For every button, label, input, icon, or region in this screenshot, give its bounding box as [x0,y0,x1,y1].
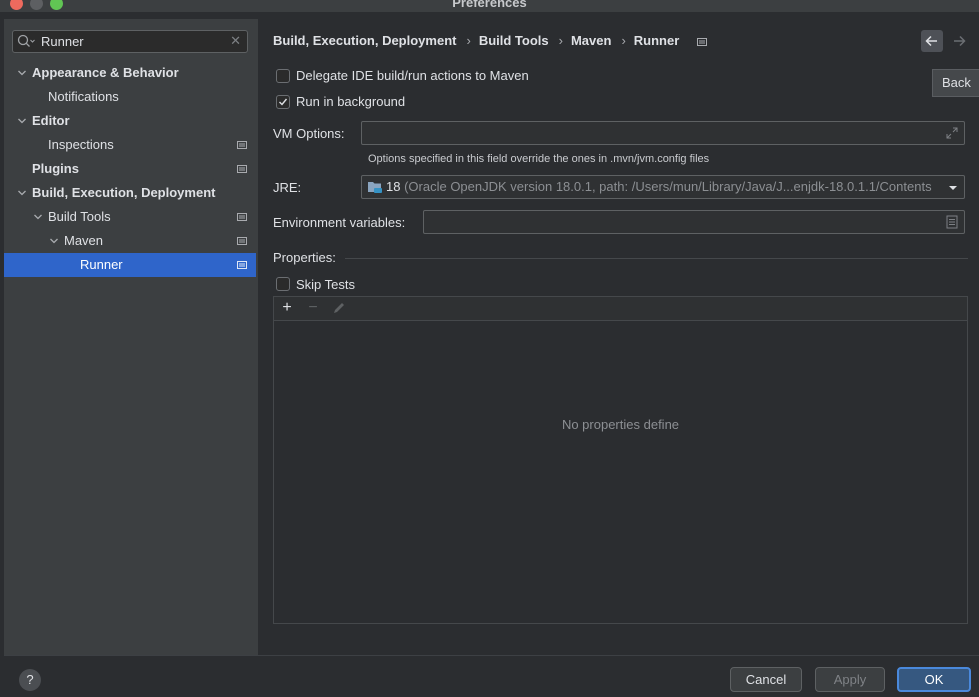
breadcrumb-separator: › [558,33,563,48]
checkmark-icon [279,98,288,106]
dropdown-arrow-icon[interactable] [948,184,958,192]
env-variables-label: Environment variables: [273,215,406,230]
expand-icon[interactable] [946,127,958,139]
vm-options-label: VM Options: [273,126,345,141]
properties-empty-text: No properties define [561,417,680,432]
vm-options-hint: Options specified in this field override… [368,153,710,165]
chevron-down-icon[interactable] [50,237,58,245]
tree-item-maven[interactable]: Maven [4,229,256,253]
tree-item-build-execution-deployment[interactable]: Build, Execution, Deployment [4,181,256,205]
run-in-background-label: Run in background [296,94,406,109]
tree-item-plugins[interactable]: Plugins [4,157,256,181]
project-settings-icon [237,141,247,149]
properties-toolbar: + − [273,296,968,320]
tree-item-label: Build Tools [48,209,111,224]
tree-item-editor[interactable]: Editor [4,109,256,133]
tree-item-inspections[interactable]: Inspections [4,133,256,157]
chevron-down-icon[interactable] [18,189,26,197]
breadcrumb-item[interactable]: Build Tools [479,33,549,48]
skip-tests-label: Skip Tests [296,277,356,292]
forward-button[interactable] [948,30,970,52]
clear-search-icon[interactable]: ✕ [230,33,241,49]
remove-property-button[interactable]: − [304,299,322,317]
back-button[interactable] [921,30,943,52]
project-settings-icon [237,261,247,269]
add-property-button[interactable]: + [278,299,296,317]
tree-item-build-tools[interactable]: Build Tools [4,205,256,229]
tree-item-label: Editor [32,113,70,128]
back-tooltip: Back [932,69,979,97]
help-button[interactable]: ? [19,669,41,691]
delegate-to-maven-label: Delegate IDE build/run actions to Maven [296,68,529,83]
run-in-background-checkbox[interactable] [276,95,290,109]
tree-item-label: Inspections [48,137,114,152]
tree-item-label: Appearance & Behavior [32,65,179,80]
settings-content: Build, Execution, Deployment › Build Tools… [258,19,979,655]
project-settings-icon [237,165,247,173]
tree-item-label: Runner [80,257,123,272]
jre-label: JRE: [273,180,302,195]
breadcrumb: Build, Execution, Deployment › Build Tools… [273,33,707,51]
settings-search-input[interactable]: Runner ✕ [12,30,248,53]
jre-value: 18 (Oracle OpenJDK version 18.0.1, path:… [386,179,941,194]
delegate-to-maven-checkbox[interactable] [276,69,290,83]
breadcrumb-item[interactable]: Build, Execution, Deployment [273,33,456,48]
jre-select[interactable]: 18 (Oracle OpenJDK version 18.0.1, path:… [361,175,965,199]
breadcrumb-item[interactable]: Maven [571,33,611,48]
arrow-right-icon [954,35,966,47]
cancel-button[interactable]: Cancel [730,667,802,692]
env-variables-field[interactable] [423,210,965,234]
chevron-down-icon[interactable] [18,69,26,77]
ok-button[interactable]: OK [897,667,971,692]
breadcrumb-separator: › [466,33,471,48]
dialog-footer: ? Cancel Apply OK [4,655,979,697]
chevron-down-icon[interactable] [34,213,42,221]
search-value: Runner [41,34,84,49]
tree-item-label: Build, Execution, Deployment [32,185,216,200]
jre-path: (Oracle OpenJDK version 18.0.1, path: /U… [404,179,932,194]
apply-button[interactable]: Apply [815,667,885,692]
properties-table[interactable]: No properties define [273,320,968,624]
arrow-left-icon [925,35,937,47]
chevron-down-icon[interactable] [18,117,26,125]
skip-tests-checkbox[interactable] [276,277,290,291]
tree-item-runner[interactable]: Runner [4,253,256,277]
properties-divider [345,258,968,259]
folder-jdk-icon [368,182,382,193]
project-settings-icon [237,237,247,245]
title-bar: Preferences [0,0,979,12]
jre-version: 18 [386,179,401,194]
tree-item-label: Maven [64,233,104,248]
window-title: Preferences [452,0,527,10]
tree-item-notifications[interactable]: Notifications [4,85,256,109]
search-icon [17,34,35,47]
browse-icon[interactable] [946,215,958,229]
breadcrumb-separator: › [621,33,626,48]
project-settings-icon [237,213,247,221]
project-settings-icon [696,37,707,46]
pencil-icon [334,303,344,313]
settings-sidebar: Runner ✕ Appearance & Behavior Notificat… [4,19,258,655]
edit-property-button[interactable] [330,299,348,317]
breadcrumb-item[interactable]: Runner [634,33,680,48]
vm-options-field[interactable] [361,121,965,145]
tree-item-appearance-behavior[interactable]: Appearance & Behavior [4,61,256,85]
properties-label: Properties: [273,250,336,265]
tree-item-label: Plugins [32,161,79,176]
tree-item-label: Notifications [48,89,119,104]
